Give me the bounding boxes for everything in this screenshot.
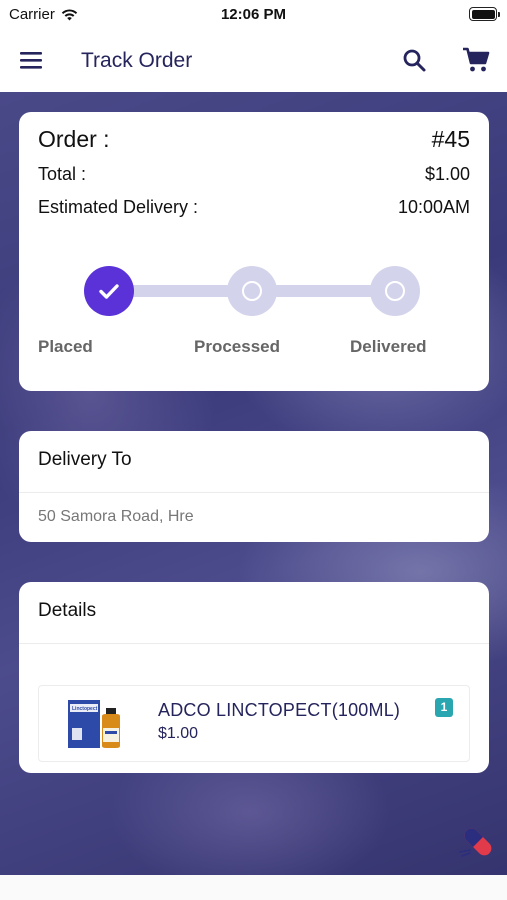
battery-icon: [469, 7, 500, 21]
order-number-row: Order : #45: [38, 126, 470, 153]
total-label: Total :: [38, 164, 87, 184]
step-label-delivered: Delivered: [350, 337, 427, 356]
delivery-address: 50 Samora Road, Hre: [38, 508, 194, 525]
order-progress-tracker: [19, 262, 489, 322]
step-delivered: [370, 266, 420, 316]
estimated-delivery-label: Estimated Delivery :: [38, 197, 199, 217]
estimated-delivery-value: 10:00AM: [397, 197, 470, 217]
pending-circle-icon: [385, 281, 405, 301]
order-card: Order : #45 Total : $1.00 Estimated Deli…: [19, 112, 489, 391]
delivery-card: Delivery To 50 Samora Road, Hre: [19, 431, 489, 542]
check-icon: [99, 284, 119, 299]
cart-button[interactable]: [460, 44, 492, 76]
quantity-badge: 1: [435, 698, 453, 717]
order-label: Order :: [38, 126, 110, 152]
menu-button[interactable]: [18, 48, 46, 74]
details-card: Details Linctopect ADCO LINCTOPECT(100ML…: [19, 582, 489, 773]
estimated-delivery-row: Estimated Delivery : 10:00AM: [38, 197, 470, 218]
hamburger-icon: [20, 52, 42, 69]
status-time: 12:06 PM: [220, 6, 287, 23]
order-number: #45: [431, 126, 470, 152]
cart-icon: [463, 47, 490, 72]
product-image-label: Linctopect: [72, 706, 98, 712]
divider: [19, 492, 489, 493]
search-icon: [403, 49, 426, 72]
search-button[interactable]: [400, 46, 430, 76]
step-placed: [84, 266, 134, 316]
total-row: Total : $1.00: [38, 164, 470, 185]
page-title: Track Order: [81, 49, 193, 72]
step-label-processed: Processed: [194, 337, 280, 356]
nav-bar: Track Order: [0, 30, 507, 92]
product-price: $1.00: [158, 725, 199, 742]
list-item[interactable]: Linctopect ADCO LINCTOPECT(100ML) $1.00 …: [38, 685, 470, 762]
product-name: ADCO LINCTOPECT(100ML): [158, 700, 401, 720]
total-value: $1.00: [424, 164, 470, 184]
divider: [19, 643, 489, 644]
details-title: Details: [38, 600, 97, 621]
step-label-placed: Placed: [38, 337, 93, 356]
pill-logo-icon[interactable]: [458, 822, 498, 862]
step-processed: [227, 266, 277, 316]
delivery-title: Delivery To: [38, 449, 132, 470]
status-bar: Carrier 12:06 PM: [0, 0, 507, 30]
pending-circle-icon: [242, 281, 262, 301]
product-image: Linctopect: [68, 700, 120, 748]
bottom-strip: [0, 875, 507, 900]
